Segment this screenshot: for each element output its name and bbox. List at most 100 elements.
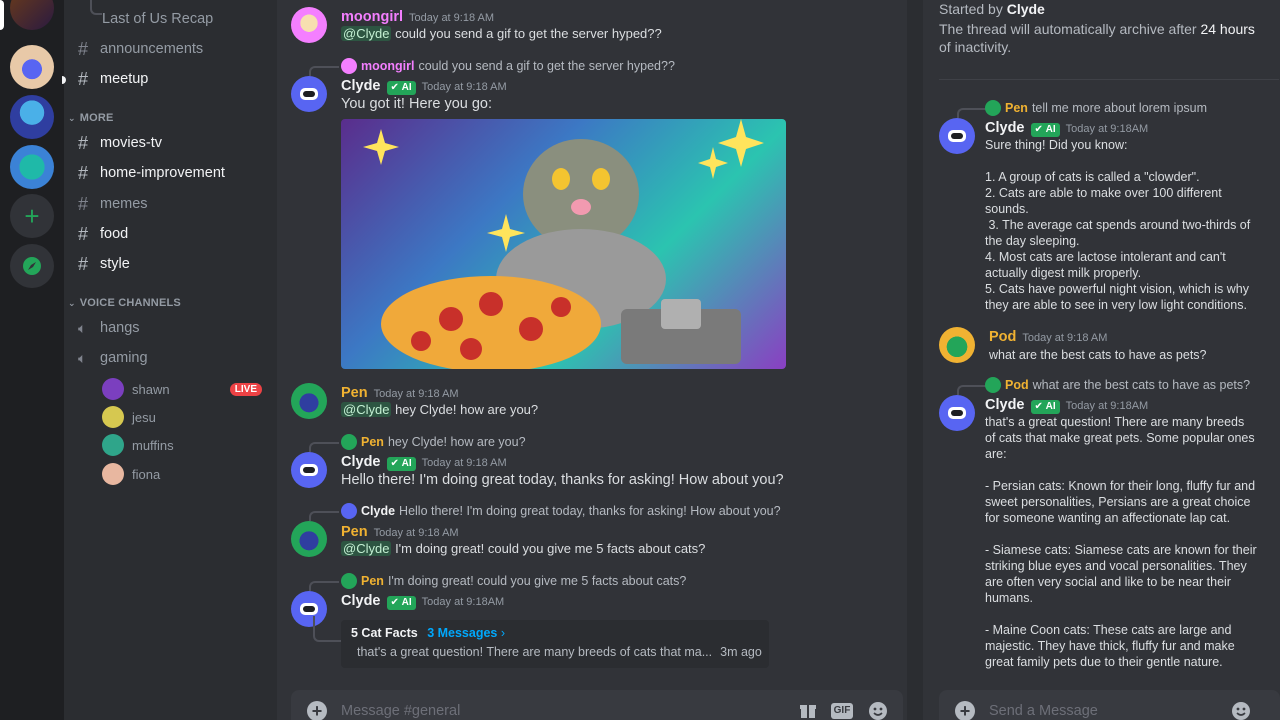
avatar-clyde[interactable] [291, 76, 327, 112]
reply-preview[interactable]: Pen hey Clyde! how are you? [341, 434, 526, 450]
channel-meetup[interactable]: # meetup [76, 65, 148, 93]
avatar [102, 463, 124, 485]
reply-username: Pen [361, 435, 384, 449]
reply-text: could you send a gif to get the server h… [418, 59, 675, 73]
avatar-clyde[interactable] [939, 395, 975, 431]
reply-preview[interactable]: Pod what are the best cats to have as pe… [985, 377, 1250, 393]
server-icon-2[interactable] [10, 45, 54, 89]
channel-movies-tv[interactable]: # movies-tv [76, 129, 162, 157]
add-attachment-button[interactable]: + [307, 701, 327, 720]
channel-sidebar: Last of Us Recap # announcements # meetu… [64, 0, 277, 720]
cat-pizza-gif[interactable] [341, 119, 786, 369]
server-rail: + [0, 0, 64, 720]
reply-connector [957, 108, 987, 118]
mention[interactable]: @Clyde [341, 541, 392, 556]
server-icon-1[interactable] [10, 0, 54, 30]
chevron-down-icon: ⌄ [68, 297, 76, 308]
category-more[interactable]: ⌄ MORE [68, 112, 114, 124]
gift-icon[interactable] [797, 701, 819, 720]
channel-label: home-improvement [100, 165, 225, 181]
avatar [102, 378, 124, 400]
thread-message-input[interactable]: Send a Message [989, 703, 1098, 719]
explore-servers-button[interactable] [10, 244, 54, 288]
mini-avatar [985, 377, 1001, 393]
category-label: VOICE CHANNELS [79, 297, 181, 309]
mention[interactable]: @Clyde [341, 26, 392, 41]
reply-text: tell me more about lorem ipsum [1031, 101, 1208, 115]
message-body: hey Clyde! how are you? [395, 402, 539, 417]
timestamp: Today at 9:18 AM [409, 12, 495, 24]
avatar-clyde[interactable] [291, 452, 327, 488]
timestamp: Today at 9:18 AM [421, 457, 507, 469]
voice-user-jesu[interactable]: jesu [102, 404, 262, 430]
message-composer: + Message #general GIF [291, 690, 903, 720]
message-text: that's a great question! There are many … [985, 415, 1257, 669]
reply-connector [309, 511, 339, 521]
plus-icon: + [24, 200, 40, 231]
message-text: Sure thing! Did you know: 1. A group of … [985, 138, 1251, 312]
ai-tag: ✔ AI [386, 595, 416, 610]
channel-label: movies-tv [100, 135, 163, 151]
reply-username: Clyde [361, 504, 396, 518]
thread-card-preview: that's a great question! There are many … [351, 645, 762, 659]
avatar-moongirl[interactable] [291, 7, 327, 43]
channel-label: Last of Us Recap [102, 11, 214, 27]
channel-announcements[interactable]: # announcements [76, 35, 203, 63]
server-icon-3[interactable] [10, 95, 54, 139]
username[interactable]: Clyde [341, 78, 381, 94]
chevron-down-icon: ⌄ [68, 112, 76, 123]
username[interactable]: Clyde [985, 397, 1025, 413]
reply-preview[interactable]: Pen tell me more about lorem ipsum [985, 100, 1207, 116]
voice-user-shawn[interactable]: shawn LIVE [102, 376, 262, 402]
thread-card[interactable]: 5 Cat Facts 3 Messages › that's a great … [341, 620, 769, 668]
username[interactable]: moongirl [341, 9, 403, 25]
voice-user-muffins[interactable]: muffins [102, 432, 262, 458]
emoji-icon[interactable] [1231, 701, 1251, 720]
username[interactable]: Pen [341, 385, 368, 401]
voice-user-fiona[interactable]: fiona [102, 461, 262, 487]
avatar-pen[interactable] [291, 383, 327, 419]
server-icon-4[interactable] [10, 145, 54, 189]
category-label: MORE [79, 112, 114, 124]
mention[interactable]: @Clyde [341, 402, 392, 417]
thread-item-last-of-us-recap[interactable]: Last of Us Recap [90, 0, 214, 33]
message-header: Pod Today at 9:18 AM [989, 329, 1107, 345]
timestamp: Today at 9:18 AM [1022, 332, 1108, 344]
voice-user-name: muffins [132, 437, 174, 453]
thread-message-count[interactable]: 3 Messages [427, 626, 497, 640]
add-attachment-button[interactable]: + [955, 701, 975, 720]
channel-memes[interactable]: # memes [76, 190, 148, 218]
username[interactable]: Clyde [341, 593, 381, 609]
gif-button[interactable]: GIF [831, 703, 853, 719]
reply-username: Pen [361, 574, 384, 588]
add-server-button[interactable]: + [10, 194, 54, 238]
username[interactable]: Pen [341, 524, 368, 540]
message-text: @Clyde could you send a gif to get the s… [341, 26, 662, 41]
voice-user-name: fiona [132, 466, 161, 482]
hash-icon: # [78, 132, 89, 153]
gif-illustration [363, 119, 764, 369]
thread-starter[interactable]: Clyde [1007, 1, 1045, 17]
username[interactable]: Pod [989, 329, 1016, 345]
channel-food[interactable]: # food [76, 220, 128, 248]
selected-server-pill [0, 0, 4, 30]
mini-avatar [341, 58, 357, 74]
reply-preview[interactable]: moongirl could you send a gif to get the… [341, 58, 675, 74]
avatar-clyde[interactable] [939, 118, 975, 154]
message-text: @Clyde hey Clyde! how are you? [341, 402, 538, 417]
reply-preview[interactable]: Clyde Hello there! I'm doing great today… [341, 503, 781, 519]
voice-channel-hangs[interactable]: 🔈︎ hangs [76, 314, 140, 342]
username[interactable]: Clyde [985, 120, 1025, 136]
channel-home-improvement[interactable]: # home-improvement [76, 159, 225, 187]
emoji-icon[interactable] [867, 701, 889, 720]
reply-preview[interactable]: Pen I'm doing great! could you give me 5… [341, 573, 686, 589]
avatar-pod[interactable] [939, 327, 975, 363]
category-voice-channels[interactable]: ⌄ VOICE CHANNELS [68, 297, 181, 309]
voice-channel-gaming[interactable]: 🔈︎ gaming [76, 344, 148, 372]
thread-title: 5 Cat Facts [351, 626, 418, 640]
avatar [102, 406, 124, 428]
username[interactable]: Clyde [341, 454, 381, 470]
avatar-pen[interactable] [291, 521, 327, 557]
message-input[interactable]: Message #general [341, 703, 460, 719]
channel-style[interactable]: # style [76, 250, 130, 278]
